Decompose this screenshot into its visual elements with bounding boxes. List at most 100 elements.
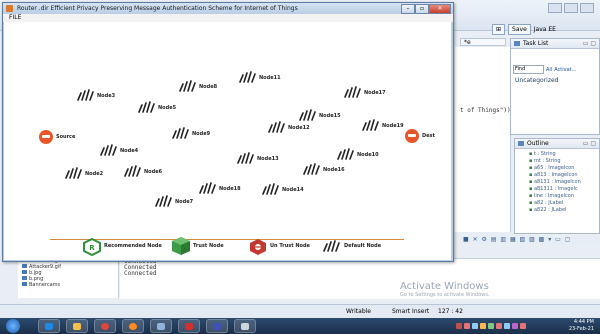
taskbar-eclipse[interactable] [206, 319, 228, 333]
perspective-switcher: ⊞ Save Java EE [492, 24, 556, 35]
source-node-icon[interactable] [39, 130, 53, 144]
outline-header[interactable]: Outline ▭ ▢ [515, 139, 599, 149]
outline-item[interactable]: a8131 : ImageIcon [529, 179, 599, 186]
folder-icon [73, 323, 81, 330]
pane-controls[interactable]: ▭ ▢ [583, 139, 596, 148]
wireless-node-icon [172, 127, 189, 139]
console-output[interactable]: Connected Connected Connected [120, 258, 600, 299]
taskbar-explorer[interactable] [38, 319, 60, 333]
eclipse-window-controls[interactable] [548, 3, 594, 13]
taskbar-folder[interactable] [66, 319, 88, 333]
task-activate-link[interactable]: Activat... [554, 67, 576, 73]
tray-icon[interactable] [520, 323, 526, 329]
trust-node-icon [172, 237, 190, 255]
file-item[interactable]: Bannercams [18, 282, 118, 288]
chrome-icon [101, 323, 109, 330]
tray-icon[interactable] [456, 323, 462, 329]
wireless-node-icon [100, 144, 117, 156]
taskbar-chrome[interactable] [94, 319, 116, 333]
eclipse-maximize-button[interactable] [564, 3, 578, 13]
wireless-node-icon [237, 152, 254, 164]
tray-icon[interactable] [480, 323, 486, 329]
outline-item[interactable]: t : String [529, 151, 599, 158]
node-label: Node14 [282, 187, 304, 193]
minimize-button[interactable]: – [401, 4, 415, 14]
legend-recommended-label: Recommended Node [104, 243, 162, 249]
clock-time: 4:44 PM [573, 319, 594, 325]
start-button[interactable] [6, 319, 20, 333]
taskbar-java-app[interactable] [234, 319, 256, 333]
taskbar-app[interactable] [150, 319, 172, 333]
system-tray-icons[interactable] [456, 323, 526, 329]
wireless-node-icon [138, 101, 155, 113]
node-label: Node17 [364, 90, 386, 96]
router-window-titlebar[interactable]: Router .dir Efficient Privacy Preserving… [3, 3, 453, 14]
status-cursor-position: 127 : 42 [438, 308, 463, 315]
node-label: Node18 [219, 186, 241, 192]
legend-separator [50, 239, 404, 240]
outline-item[interactable]: a82 : JLabel [529, 200, 599, 207]
outline-item[interactable]: a822 : JLabel [529, 207, 599, 214]
task-list-toolbar[interactable] [511, 49, 599, 63]
menu-file[interactable]: FILE [9, 14, 21, 22]
node-label: Node19 [382, 123, 404, 129]
task-list-pane: Task List ▭ ▢ Find All Activat... Uncate… [510, 38, 600, 135]
activate-windows-subtitle: Go to Settings to activate Windows. [400, 292, 490, 298]
node-label: Node3 [97, 93, 116, 99]
java-ee-perspective[interactable]: Java EE [534, 26, 556, 33]
uncategorized-item[interactable]: Uncategorized [511, 76, 599, 85]
recommended-node-icon: R [83, 238, 101, 256]
ie-icon [45, 323, 53, 330]
tray-icon[interactable] [512, 323, 518, 329]
wireless-node-icon [362, 119, 379, 131]
dest-node-icon[interactable] [405, 129, 419, 143]
activate-windows-title: Activate Windows [400, 281, 489, 292]
eclipse-minimize-button[interactable] [548, 3, 562, 13]
wireless-node-icon [268, 121, 285, 133]
tray-icon[interactable] [472, 323, 478, 329]
open-perspective-button[interactable]: ⊞ [492, 24, 506, 35]
tray-icon[interactable] [496, 323, 502, 329]
taskbar-firefox[interactable] [122, 319, 144, 333]
task-list-header[interactable]: Task List ▭ ▢ [511, 39, 599, 49]
node-label: Node11 [259, 75, 281, 81]
wireless-node-icon [179, 80, 196, 92]
svg-text:R: R [89, 244, 95, 252]
legend-trust-label: Trust Node [193, 243, 224, 249]
source-node-label: Source [56, 134, 76, 140]
tray-icon[interactable] [488, 323, 494, 329]
outline-item[interactable]: a813 : ImageIcon [529, 172, 599, 179]
clock[interactable]: 4:44 PM 23-Feb-21 [569, 318, 594, 333]
maximize-button[interactable]: ▫ [415, 4, 429, 14]
editor-tab[interactable]: *e [460, 38, 506, 46]
folder-icon [22, 282, 27, 286]
save-perspective-button[interactable]: Save [508, 24, 531, 35]
node-label: Node15 [319, 113, 341, 119]
pane-controls[interactable]: ▭ ▢ [583, 39, 596, 48]
node-label: Node5 [158, 105, 177, 111]
wireless-node-icon [344, 86, 361, 98]
console-toolbar[interactable]: ■ ✕ ⚙ ▤ ▥ ▦ ▧ ▨ ▩ ▾ ▭ ▢ [463, 236, 600, 244]
close-button[interactable]: ✕ [429, 4, 451, 14]
wireless-node-icon [65, 167, 82, 179]
project-file-list: Attacker8.gif Attacker9.gif b.jpg b.png … [18, 258, 119, 298]
outline-item[interactable]: mt : String [529, 158, 599, 165]
task-find-input[interactable]: Find [513, 65, 544, 74]
eclipse-close-button[interactable] [580, 3, 594, 13]
outline-item[interactable]: line : ImageIcon [529, 193, 599, 200]
router-window-controls: – ▫ ✕ [401, 4, 451, 14]
task-filter-all[interactable]: All [546, 67, 552, 73]
wireless-node-icon [77, 89, 94, 101]
untrust-node-icon [250, 239, 266, 255]
outline-item[interactable]: a81311 : ImageIc [529, 186, 599, 193]
image-file-icon [22, 270, 27, 274]
node-label: Node6 [144, 169, 163, 175]
tray-icon[interactable] [464, 323, 470, 329]
outline-item[interactable]: a65 : ImageIcon [529, 165, 599, 172]
editor-area[interactable] [455, 47, 511, 232]
activate-windows-watermark: Activate Windows Go to Settings to activ… [400, 281, 490, 298]
default-node-icon [323, 240, 340, 252]
tray-icon[interactable] [504, 323, 510, 329]
router-window: Router .dir Efficient Privacy Preserving… [2, 2, 454, 262]
taskbar-acrobat[interactable] [178, 319, 200, 333]
